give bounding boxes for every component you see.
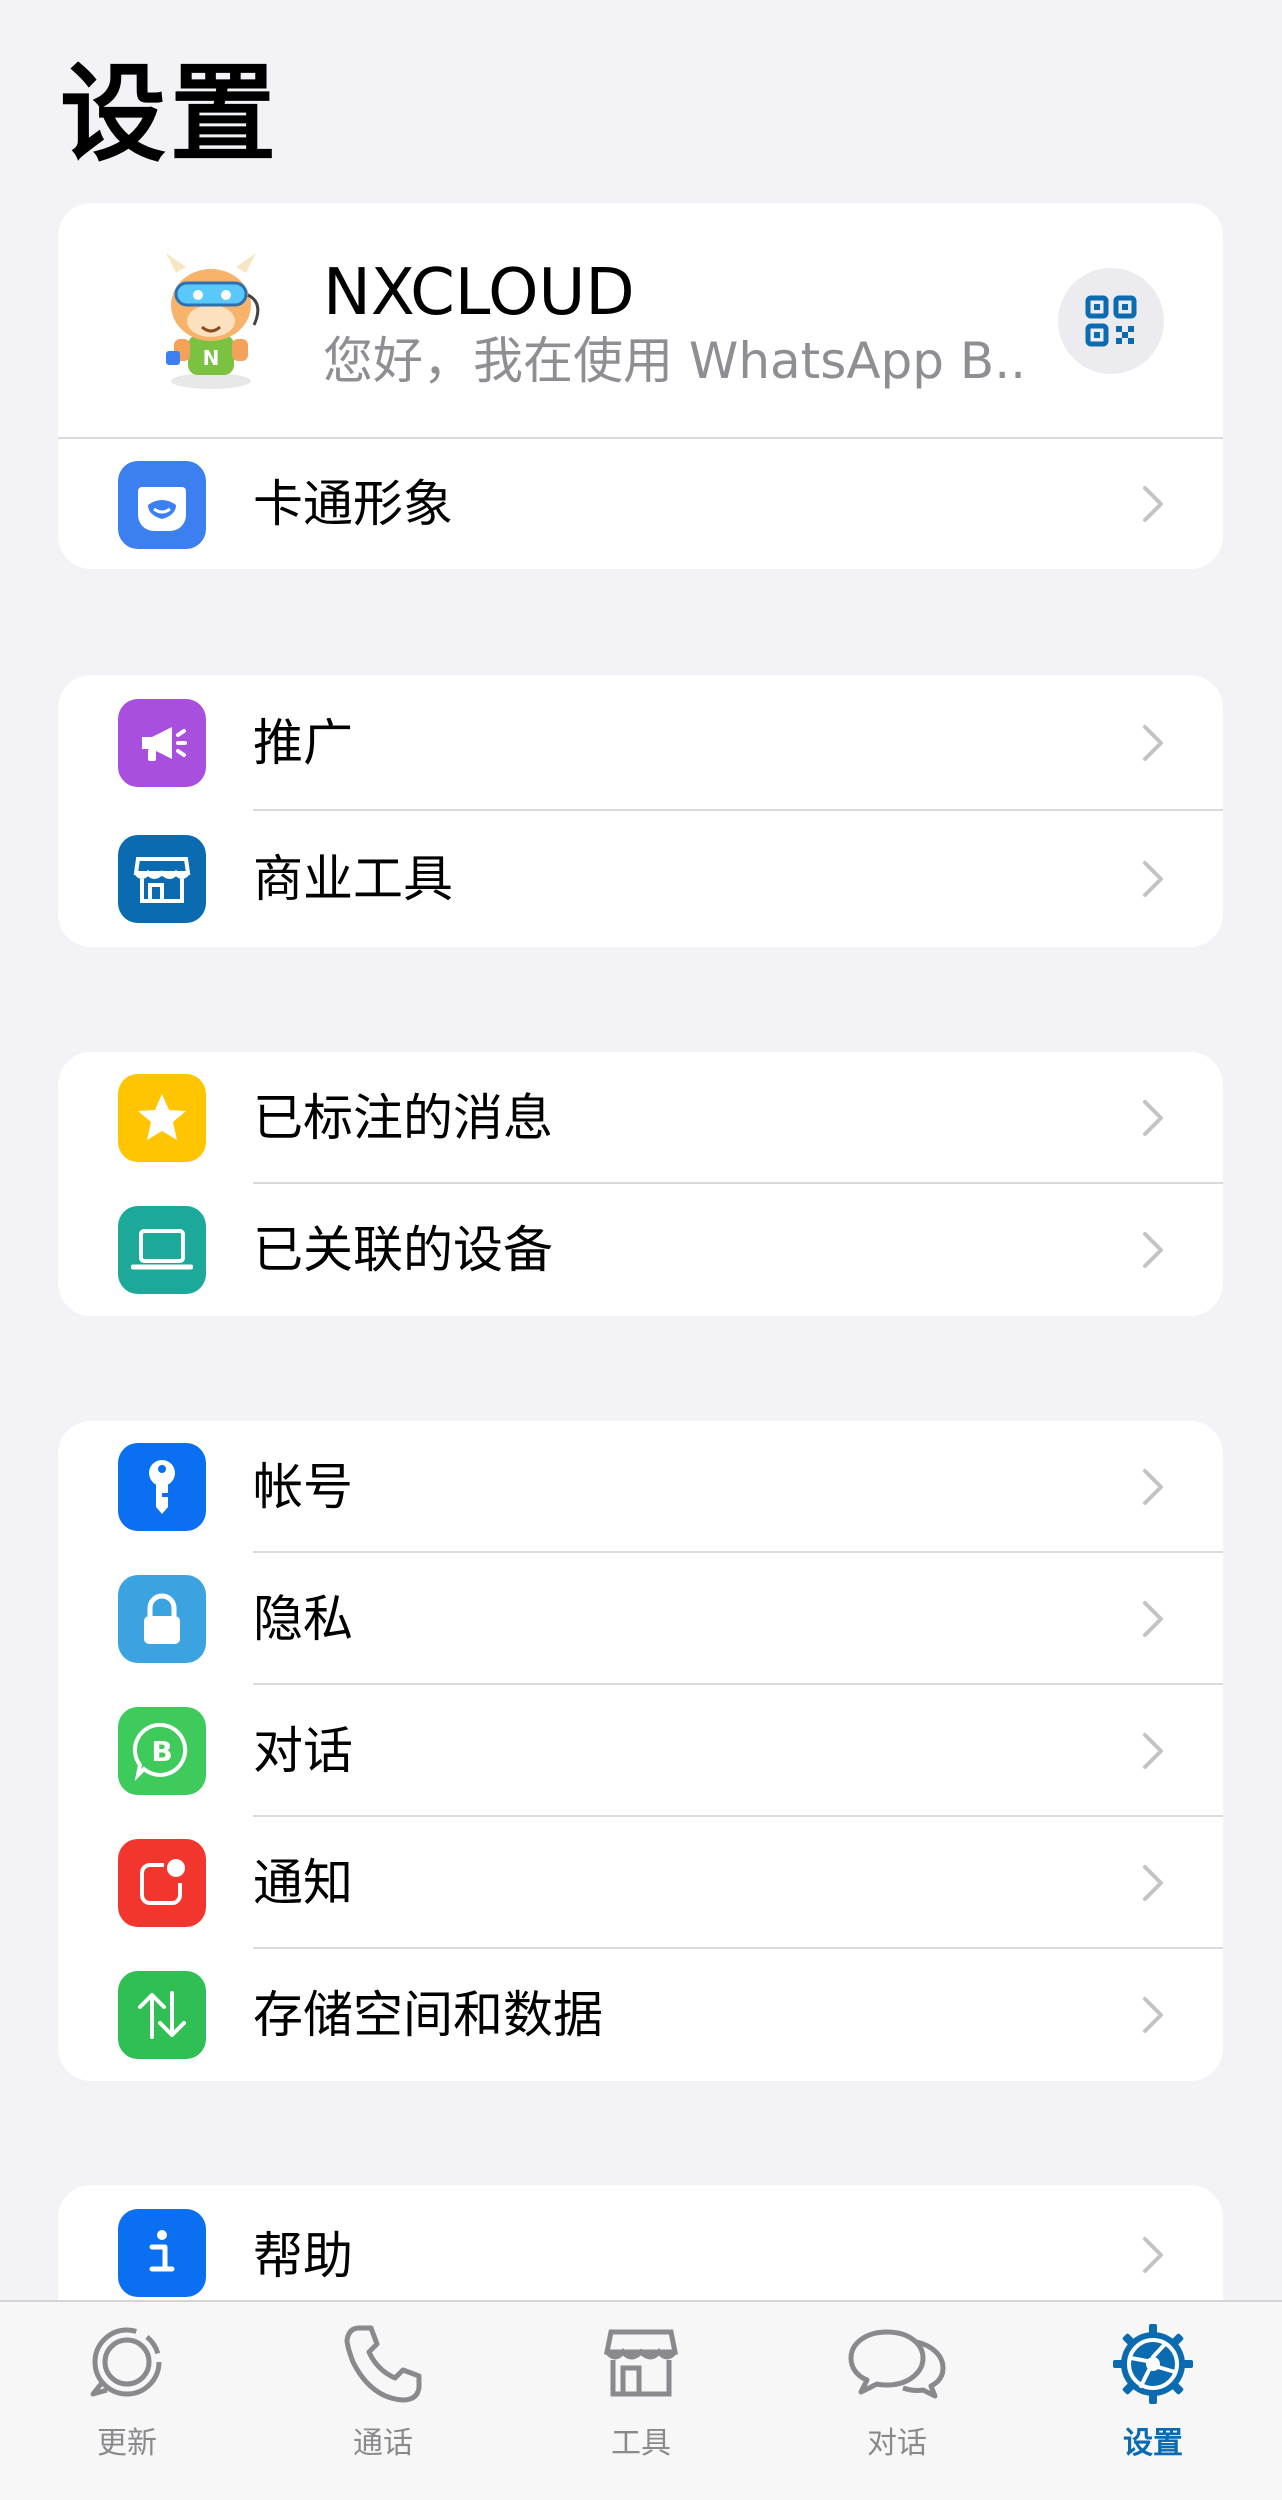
tab-label: 通话 xyxy=(353,2426,413,2461)
tab-tools[interactable]: 工具 xyxy=(541,2302,741,2500)
profile-name: NXCLOUD xyxy=(323,256,635,330)
chevron-right-icon xyxy=(1143,2237,1163,2273)
laptop-icon xyxy=(118,1206,206,1294)
tab-label: 工具 xyxy=(611,2426,671,2461)
settings-item-label: 对话 xyxy=(253,1722,353,1780)
info-icon xyxy=(118,2209,206,2297)
profile-status: 您好，我在使用 WhatsApp B... xyxy=(323,332,1023,390)
tab-bar: 更新 通话 工具 对话 设置 xyxy=(0,2300,1282,2500)
tab-label: 设置 xyxy=(1123,2426,1183,2461)
qr-code-button[interactable] xyxy=(1058,268,1164,374)
notification-icon xyxy=(118,1839,206,1927)
chevron-right-icon xyxy=(1143,1997,1163,2033)
page-title: 设置 xyxy=(60,53,280,176)
chevron-right-icon xyxy=(1143,1601,1163,1637)
key-icon xyxy=(118,1443,206,1531)
settings-item-label: 通知 xyxy=(253,1854,353,1912)
settings-item-label: 帐号 xyxy=(253,1458,353,1516)
settings-item-chats[interactable]: B 对话 xyxy=(58,1685,1223,1817)
messages-group: 已标注的消息 已关联的设备 xyxy=(58,1052,1223,1316)
chevron-right-icon xyxy=(1143,861,1163,897)
chat-bubbles-icon xyxy=(848,2329,946,2399)
settings-item-label: 已标注的消息 xyxy=(253,1089,553,1147)
qr-code-icon xyxy=(1085,295,1137,347)
svg-text:N: N xyxy=(203,346,220,370)
tab-updates[interactable]: 更新 xyxy=(27,2302,227,2500)
storefront-icon xyxy=(603,2329,679,2397)
updates-icon xyxy=(90,2327,162,2397)
whatsapp-business-icon: B xyxy=(118,1707,206,1795)
chevron-right-icon xyxy=(1143,725,1163,761)
settings-item-account[interactable]: 帐号 xyxy=(58,1421,1223,1553)
tab-label: 对话 xyxy=(867,2426,927,2461)
storefront-icon xyxy=(118,835,206,923)
settings-item-label: 卡通形象 xyxy=(253,475,453,533)
chevron-right-icon xyxy=(1143,1100,1163,1136)
settings-item-label: 已关联的设备 xyxy=(253,1221,553,1279)
chevron-right-icon xyxy=(1143,486,1163,522)
chevron-right-icon xyxy=(1143,1232,1163,1268)
star-icon xyxy=(118,1074,206,1162)
tab-settings[interactable]: 设置 xyxy=(1053,2302,1253,2500)
settings-gear-icon xyxy=(1113,2324,1193,2404)
settings-item-label: 隐私 xyxy=(253,1590,353,1648)
avatar[interactable]: N xyxy=(136,243,286,393)
settings-item-linked-devices[interactable]: 已关联的设备 xyxy=(58,1184,1223,1316)
settings-item-promote[interactable]: 推广 xyxy=(58,675,1223,811)
settings-item-starred[interactable]: 已标注的消息 xyxy=(58,1052,1223,1184)
data-transfer-icon xyxy=(118,1971,206,2059)
chevron-right-icon xyxy=(1143,1865,1163,1901)
tab-label: 更新 xyxy=(97,2426,157,2461)
settings-item-storage[interactable]: 存储空间和数据 xyxy=(58,1949,1223,2081)
chevron-right-icon xyxy=(1143,1733,1163,1769)
business-group: 推广 商业工具 xyxy=(58,675,1223,947)
settings-item-label: 推广 xyxy=(253,714,353,772)
lock-icon xyxy=(118,1575,206,1663)
megaphone-icon xyxy=(118,699,206,787)
settings-item-label: 商业工具 xyxy=(253,850,453,908)
preferences-group: 帐号 隐私 B 对话 通知 存储空间和数据 xyxy=(58,1421,1223,2081)
settings-item-business-tools[interactable]: 商业工具 xyxy=(58,811,1223,947)
settings-item-privacy[interactable]: 隐私 xyxy=(58,1553,1223,1685)
tab-chats[interactable]: 对话 xyxy=(797,2302,997,2500)
settings-item-avatar[interactable]: 卡通形象 xyxy=(58,439,1223,569)
profile-row[interactable]: N NXCLOUD 您好，我在使用 WhatsApp B... xyxy=(58,203,1223,439)
settings-item-notifications[interactable]: 通知 xyxy=(58,1817,1223,1949)
phone-icon xyxy=(344,2325,422,2403)
tab-calls[interactable]: 通话 xyxy=(283,2302,483,2500)
settings-item-help[interactable]: 帮助 xyxy=(58,2185,1223,2317)
chevron-right-icon xyxy=(1143,1469,1163,1505)
svg-text:B: B xyxy=(151,1735,172,1768)
avatar-icon xyxy=(118,461,206,549)
settings-item-label: 存储空间和数据 xyxy=(253,1986,603,2044)
profile-card: N NXCLOUD 您好，我在使用 WhatsApp B... 卡通形象 xyxy=(58,203,1223,569)
